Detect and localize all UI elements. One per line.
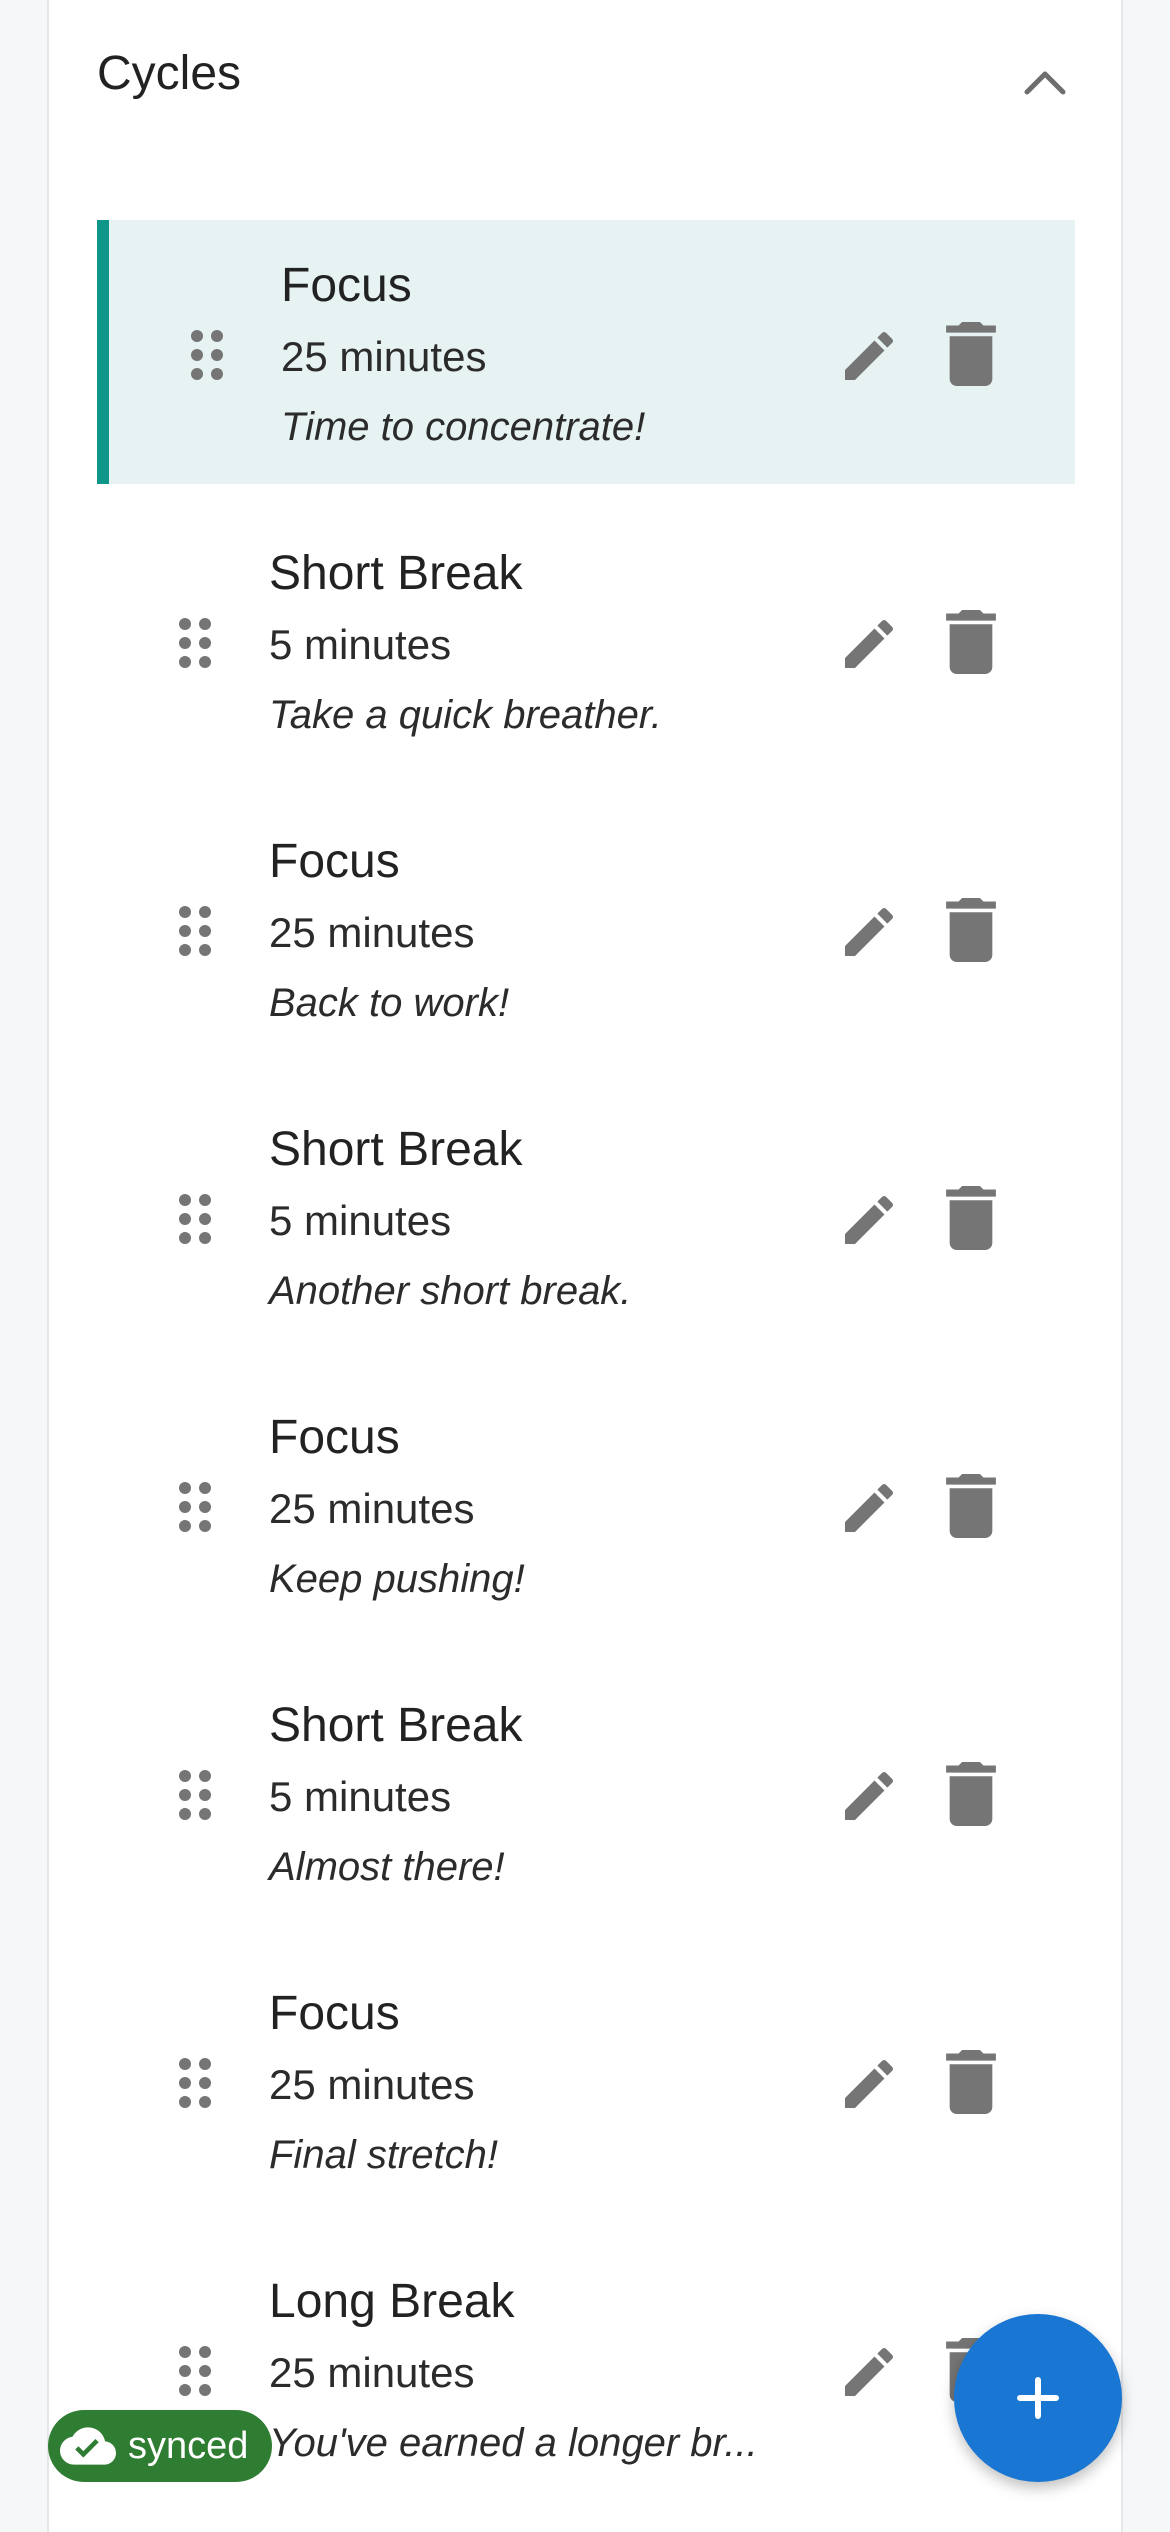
delete-button[interactable] [943, 610, 999, 674]
edit-button[interactable] [837, 324, 901, 388]
cycle-message: Almost there! [269, 1845, 505, 1889]
drag-handle-icon[interactable] [177, 616, 213, 670]
edit-button[interactable] [837, 2052, 901, 2116]
cycle-message: Another short break. [269, 1269, 632, 1313]
cycle-name: Long Break [269, 2275, 515, 2328]
cloud-check-icon [60, 2427, 116, 2465]
plus-icon [1017, 2377, 1059, 2419]
trash-icon [946, 2050, 996, 2114]
add-cycle-button[interactable] [954, 2314, 1122, 2482]
cycle-name: Focus [269, 835, 400, 888]
cycle-name: Short Break [269, 1699, 523, 1752]
edit-button[interactable] [837, 2340, 901, 2404]
page: Cycles Focus 25 minutes Time to concentr… [0, 0, 1170, 2532]
trash-icon [946, 610, 996, 674]
cycles-card: Cycles Focus 25 minutes Time to concentr… [47, 0, 1123, 2532]
cycle-duration: 25 minutes [269, 1485, 475, 1532]
cycle-duration: 25 minutes [281, 333, 487, 380]
cycle-message: Keep pushing! [269, 1557, 525, 1601]
cycle-message: Take a quick breather. [269, 693, 662, 737]
cycle-duration: 5 minutes [269, 1197, 452, 1244]
cycle-message: You've earned a longer br... [269, 2421, 758, 2465]
pencil-icon [845, 907, 894, 956]
cycle-name: Focus [269, 1411, 400, 1464]
pencil-icon [845, 1483, 894, 1532]
pencil-icon [845, 1195, 894, 1244]
drag-handle-icon[interactable] [177, 1768, 213, 1822]
drag-handle-icon[interactable] [177, 2056, 213, 2110]
cycle-item[interactable]: Short Break 5 minutes Almost there! [97, 1660, 1075, 1924]
cycle-item[interactable]: Focus 25 minutes Keep pushing! [97, 1372, 1075, 1636]
drag-handle-icon[interactable] [177, 1192, 213, 1246]
pencil-icon [845, 1771, 894, 1820]
cycle-details: Short Break 5 minutes Take a quick breat… [269, 546, 662, 740]
pencil-icon [845, 331, 894, 380]
cycle-item[interactable]: Focus 25 minutes Time to concentrate! [97, 220, 1075, 484]
cycle-message: Back to work! [269, 981, 510, 1025]
cycles-section-header[interactable]: Cycles [49, 2, 1121, 152]
trash-icon [946, 898, 996, 962]
sync-status-label: synced [128, 2424, 249, 2467]
cycle-duration: 25 minutes [269, 909, 475, 956]
chevron-up-icon [1024, 71, 1066, 95]
collapse-button[interactable] [1017, 54, 1073, 110]
edit-button[interactable] [837, 1188, 901, 1252]
cycle-duration: 25 minutes [269, 2061, 475, 2108]
cycle-item[interactable]: Short Break 5 minutes Another short brea… [97, 1084, 1075, 1348]
cycle-list: Focus 25 minutes Time to concentrate! Sh… [97, 220, 1075, 2524]
cycle-message: Final stretch! [269, 2133, 498, 2177]
cycle-details: Short Break 5 minutes Another short brea… [269, 1122, 631, 1316]
delete-button[interactable] [943, 2050, 999, 2114]
cycle-details: Focus 25 minutes Keep pushing! [269, 1410, 525, 1604]
cycle-item[interactable]: Focus 25 minutes Back to work! [97, 796, 1075, 1060]
cycle-duration: 5 minutes [269, 1773, 452, 1820]
edit-button[interactable] [837, 1764, 901, 1828]
trash-icon [946, 322, 996, 386]
edit-button[interactable] [837, 900, 901, 964]
trash-icon [946, 1762, 996, 1826]
cycle-details: Focus 25 minutes Back to work! [269, 834, 509, 1028]
pencil-icon [845, 2059, 894, 2108]
cycle-name: Short Break [269, 547, 523, 600]
delete-button[interactable] [943, 1474, 999, 1538]
cycle-name: Short Break [269, 1123, 523, 1176]
cycle-duration: 25 minutes [269, 2349, 475, 2396]
drag-handle-icon[interactable] [177, 904, 213, 958]
cycle-message: Time to concentrate! [281, 405, 646, 449]
cycle-details: Focus 25 minutes Time to concentrate! [281, 258, 645, 452]
edit-button[interactable] [837, 1476, 901, 1540]
delete-button[interactable] [943, 1186, 999, 1250]
cycle-name: Focus [281, 259, 412, 312]
edit-button[interactable] [837, 612, 901, 676]
drag-handle-icon[interactable] [177, 2344, 213, 2398]
pencil-icon [845, 619, 894, 668]
cycle-item[interactable]: Short Break 5 minutes Take a quick breat… [97, 508, 1075, 772]
drag-handle-icon[interactable] [189, 328, 225, 382]
trash-icon [946, 1186, 996, 1250]
cycle-item[interactable]: Focus 25 minutes Final stretch! [97, 1948, 1075, 2212]
pencil-icon [845, 2347, 894, 2396]
cycle-duration: 5 minutes [269, 621, 452, 668]
cycle-name: Focus [269, 1987, 400, 2040]
cycle-details: Short Break 5 minutes Almost there! [269, 1698, 522, 1892]
trash-icon [946, 1474, 996, 1538]
cycle-details: Long Break 25 minutes You've earned a lo… [269, 2274, 758, 2468]
sync-status-badge: synced [48, 2410, 273, 2482]
delete-button[interactable] [943, 898, 999, 962]
delete-button[interactable] [943, 322, 999, 386]
section-title: Cycles [97, 47, 242, 100]
delete-button[interactable] [943, 1762, 999, 1826]
drag-handle-icon[interactable] [177, 1480, 213, 1534]
cycle-details: Focus 25 minutes Final stretch! [269, 1986, 498, 2180]
